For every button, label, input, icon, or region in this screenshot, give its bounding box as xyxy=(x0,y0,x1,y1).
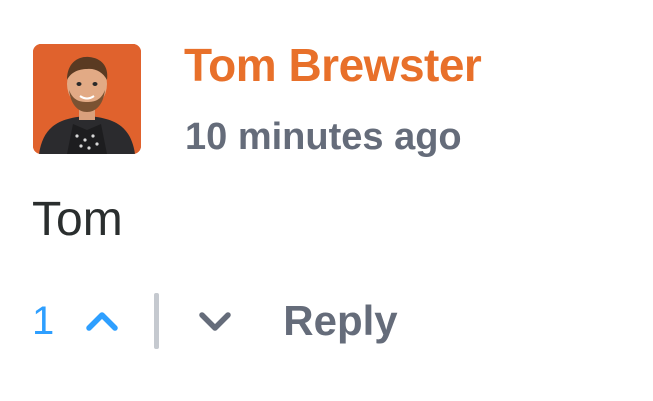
downvote-button[interactable] xyxy=(195,306,235,336)
vote-count: 1 xyxy=(32,299,55,343)
comment-body: Tom xyxy=(32,193,123,246)
comment-timestamp[interactable]: 10 minutes ago xyxy=(185,118,462,156)
comment-actions: 1 Reply xyxy=(32,290,398,352)
upvote-button[interactable] xyxy=(82,306,122,336)
author-name[interactable]: Tom Brewster xyxy=(184,42,482,88)
avatar-image xyxy=(33,44,141,154)
reply-button[interactable]: Reply xyxy=(283,300,397,342)
chevron-down-icon xyxy=(199,312,231,331)
comment: Tom Brewster 10 minutes ago Tom 1 Reply xyxy=(0,0,653,401)
vote-divider xyxy=(154,293,160,349)
avatar[interactable] xyxy=(33,44,141,154)
chevron-up-icon xyxy=(86,312,118,331)
